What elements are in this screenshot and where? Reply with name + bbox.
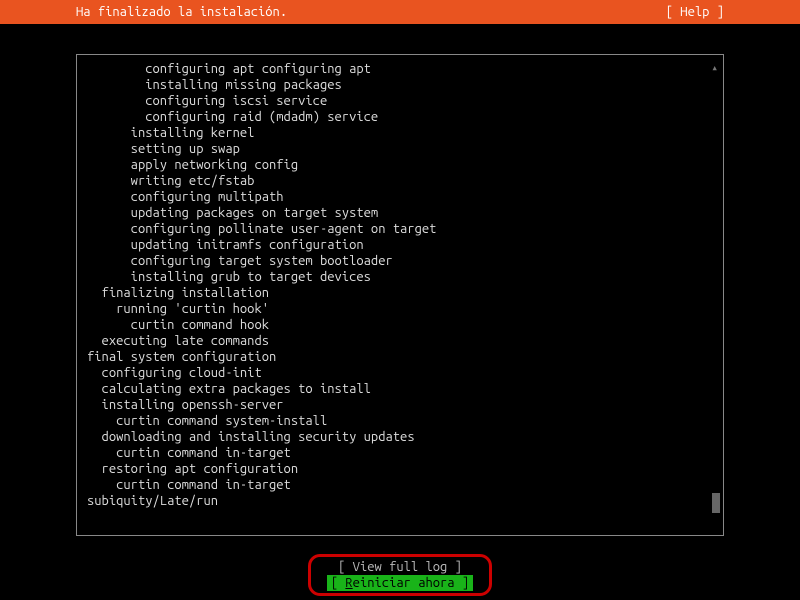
view-full-log-button[interactable]: [ View full log ]	[334, 559, 466, 576]
page-title: Ha finalizado la instalación.	[20, 5, 287, 19]
scroll-up-arrow[interactable]: ▴	[711, 61, 718, 74]
reboot-hotkey: R	[345, 576, 352, 590]
log-lines: configuring apt configuring apt installi…	[87, 61, 713, 509]
annotation-highlight: [ View full log ] [ Reiniciar ahora ]	[308, 554, 492, 596]
footer-buttons: [ View full log ] [ Reiniciar ahora ]	[0, 554, 800, 596]
help-button[interactable]: [ Help ]	[666, 5, 780, 19]
install-log-box: ▴ configuring apt configuring apt instal…	[76, 54, 724, 536]
scrollbar-thumb[interactable]	[712, 493, 720, 513]
header-bar: Ha finalizado la instalación. [ Help ]	[0, 0, 800, 24]
reboot-now-button[interactable]: [ Reiniciar ahora ]	[327, 575, 473, 591]
content-area: ▴ configuring apt configuring apt instal…	[0, 24, 800, 546]
